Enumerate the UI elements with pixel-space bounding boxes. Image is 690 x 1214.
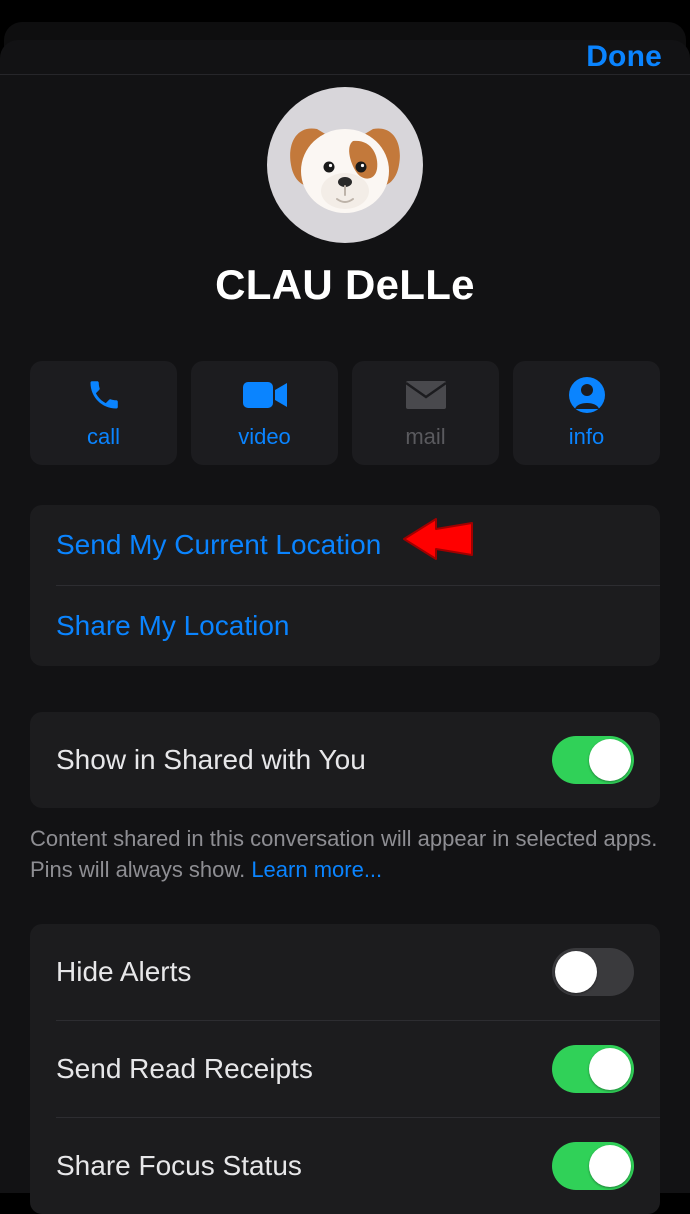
- location-group: Send My Current Location Share My Locati…: [30, 505, 660, 666]
- focus-status-toggle[interactable]: [552, 1142, 634, 1190]
- send-location-label: Send My Current Location: [56, 529, 381, 561]
- read-receipts-label: Send Read Receipts: [56, 1053, 313, 1085]
- shared-footer: Content shared in this conversation will…: [0, 808, 690, 886]
- call-label: call: [87, 424, 120, 450]
- nav-bar: Done: [0, 40, 690, 75]
- avatar[interactable]: [267, 87, 423, 243]
- call-button[interactable]: call: [30, 361, 177, 465]
- video-button[interactable]: video: [191, 361, 338, 465]
- phone-icon: [86, 376, 122, 414]
- contact-name: CLAU DeLLe: [215, 261, 475, 309]
- avatar-section: CLAU DeLLe: [30, 87, 660, 309]
- shared-with-you-label: Show in Shared with You: [56, 744, 366, 776]
- shared-with-you-group: Show in Shared with You: [30, 712, 660, 808]
- learn-more-link[interactable]: Learn more...: [251, 857, 382, 882]
- contact-sheet: Done: [0, 40, 690, 1193]
- action-row: call video mail info: [30, 361, 660, 465]
- read-receipts-toggle[interactable]: [552, 1045, 634, 1093]
- focus-status-row[interactable]: Share Focus Status: [30, 1118, 660, 1214]
- hide-alerts-toggle[interactable]: [552, 948, 634, 996]
- shared-with-you-row[interactable]: Show in Shared with You: [30, 712, 660, 808]
- info-button[interactable]: info: [513, 361, 660, 465]
- mail-icon: [406, 376, 446, 414]
- focus-status-label: Share Focus Status: [56, 1150, 302, 1182]
- mail-label: mail: [405, 424, 445, 450]
- info-label: info: [569, 424, 604, 450]
- annotation-arrow-icon: [400, 511, 476, 567]
- done-button[interactable]: Done: [586, 40, 662, 74]
- read-receipts-row[interactable]: Send Read Receipts: [30, 1021, 660, 1117]
- shared-with-you-toggle[interactable]: [552, 736, 634, 784]
- alerts-group: Hide Alerts Send Read Receipts Share Foc…: [30, 924, 660, 1214]
- share-location-label: Share My Location: [56, 610, 289, 642]
- memoji-dog-icon: [267, 87, 423, 243]
- hide-alerts-row[interactable]: Hide Alerts: [30, 924, 660, 1020]
- send-location-row[interactable]: Send My Current Location: [30, 505, 660, 585]
- person-icon: [569, 376, 605, 414]
- video-icon: [243, 376, 287, 414]
- share-location-row[interactable]: Share My Location: [30, 586, 660, 666]
- mail-button: mail: [352, 361, 499, 465]
- video-label: video: [238, 424, 291, 450]
- hide-alerts-label: Hide Alerts: [56, 956, 191, 988]
